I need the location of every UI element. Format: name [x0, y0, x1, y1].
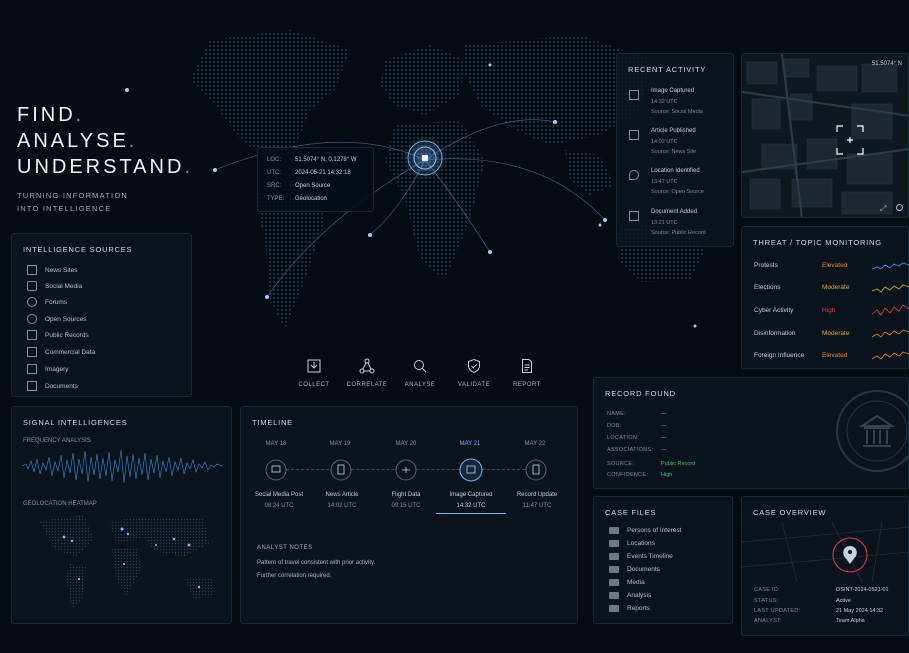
- image-icon: [629, 90, 639, 100]
- network-icon: [359, 358, 375, 374]
- workflow-analyse[interactable]: ANALYSE: [395, 358, 445, 388]
- download-icon: [307, 359, 321, 373]
- timeline-date: MAY 18: [265, 441, 287, 447]
- case-folder[interactable]: Locations: [609, 540, 655, 547]
- workflow-correlate[interactable]: CORRELATE: [342, 358, 392, 388]
- folder-icon: [609, 605, 619, 612]
- case-folder[interactable]: Documents: [609, 566, 660, 573]
- threat-row[interactable]: Cyber Activity High: [754, 307, 872, 314]
- case-folder[interactable]: Events Timeline: [609, 553, 673, 560]
- folder-icon: [609, 566, 619, 573]
- source-item-public[interactable]: Public Records: [27, 330, 89, 340]
- analyst-notes-title: ANALYST NOTES: [257, 545, 313, 551]
- threat-level: Moderate: [822, 330, 850, 337]
- threat-row[interactable]: Protests Elevated: [754, 262, 872, 269]
- workflow-collect[interactable]: COLLECT: [289, 358, 339, 388]
- recent-activity-panel: RECENT ACTIVITY Image Captured 14:32 UTC…: [616, 53, 734, 247]
- timeline-event-active[interactable]: Image Captured 14:32 UTC: [436, 492, 506, 514]
- timeline-panel: TIMELINE MAY 18 MAY 19 MAY 20 MAY 21 MAY…: [240, 406, 578, 624]
- panel-title: RECENT ACTIVITY: [628, 65, 707, 74]
- folder-icon: [609, 592, 619, 599]
- case-folder[interactable]: Persons of Interest: [609, 527, 682, 534]
- threat-monitoring-panel: THREAT / TOPIC MONITORING Protests Eleva…: [741, 226, 909, 369]
- folder-icon: [609, 540, 619, 547]
- public-record-seal: [836, 390, 908, 472]
- database-icon: [27, 347, 37, 357]
- threat-level: High: [822, 307, 836, 314]
- zoom-icon[interactable]: [896, 204, 903, 211]
- threat-sparklines: [872, 262, 909, 360]
- timeline-date: MAY 19: [329, 441, 351, 447]
- case-folder[interactable]: Analysis: [609, 592, 651, 599]
- threat-level: Elevated: [822, 262, 848, 269]
- source-item-social[interactable]: Social Media: [27, 281, 82, 291]
- panel-title: SIGNAL INTELLIGENCES: [23, 418, 128, 427]
- threat-level: Elevated: [822, 352, 848, 359]
- threat-row[interactable]: Elections Moderate: [754, 284, 872, 291]
- case-folder[interactable]: Reports: [609, 605, 650, 612]
- timeline-date: MAY 20: [395, 441, 417, 447]
- document-icon: [629, 211, 639, 221]
- globe-icon: [27, 314, 37, 324]
- workflow-validate[interactable]: VALIDATE: [449, 358, 499, 388]
- source-item-documents[interactable]: Documents: [27, 381, 78, 391]
- frequency-label: FREQUENCY ANALYSIS: [23, 438, 91, 444]
- panel-title: CASE FILES: [605, 508, 657, 517]
- case-folder[interactable]: Media: [609, 579, 645, 586]
- chat-icon: [27, 281, 37, 291]
- folder-icon: [609, 527, 619, 534]
- record-found-panel: RECORD FOUND NAME: --- DOB: --- LOCATION…: [593, 377, 909, 489]
- source-item-forums[interactable]: Forums: [27, 297, 67, 307]
- timeline-nodes: [265, 458, 547, 482]
- source-item-open[interactable]: Open Sources: [27, 314, 87, 324]
- folder-icon: [27, 381, 37, 391]
- records-icon: [27, 330, 37, 340]
- analyst-notes-text: Pattern of travel consistent with prior …: [257, 560, 376, 566]
- search-icon: [414, 360, 427, 373]
- signal-intelligence-panel: SIGNAL INTELLIGENCES FREQUENCY ANALYSIS …: [11, 406, 232, 624]
- threat-level: Moderate: [822, 284, 850, 291]
- analyst-notes-text: Further correlation required.: [257, 573, 332, 579]
- heatmap-label: GEOLOCATION HEATMAP: [23, 501, 97, 507]
- document-icon: [522, 359, 532, 373]
- panel-title: INTELLIGENCE SOURCES: [23, 245, 133, 254]
- map-location-popup: LOC: 51.5074° N, 0.1278° W UTC: 2024-05-…: [257, 147, 374, 212]
- users-icon: [27, 297, 37, 307]
- folder-icon: [609, 579, 619, 586]
- case-files-panel: CASE FILES Persons of Interest Locations…: [593, 496, 733, 624]
- panel-title: CASE OVERVIEW: [753, 508, 827, 517]
- case-overview-panel: CASE OVERVIEW CASE ID: OSINT-2024-0521-0…: [741, 496, 909, 636]
- image-icon: [27, 364, 37, 374]
- hero-headline: FIND. ANALYSE. UNDERSTAND.: [17, 104, 193, 178]
- satellite-coordinate: 51.5074° N: [871, 61, 902, 67]
- geolocation-heatmap: [39, 515, 216, 609]
- source-item-imagery[interactable]: Imagery: [27, 364, 68, 374]
- timeline-date: MAY 22: [524, 441, 546, 447]
- source-item-news[interactable]: News Sites: [27, 265, 78, 275]
- satellite-image: [742, 54, 908, 217]
- frequency-waveform: [22, 449, 222, 484]
- article-icon: [629, 130, 639, 140]
- newspaper-icon: [27, 265, 37, 275]
- panel-title: RECORD FOUND: [605, 389, 676, 398]
- expand-icon[interactable]: ⤢: [880, 204, 886, 214]
- location-pin-icon: [629, 170, 639, 180]
- hero-subtitle: TURNING INFORMATION INTO INTELLIGENCE: [17, 191, 128, 213]
- intelligence-sources-panel: INTELLIGENCE SOURCES News Sites Social M…: [11, 233, 192, 397]
- panel-title: TIMELINE: [252, 418, 293, 427]
- source-item-commercial[interactable]: Commercial Data: [27, 347, 95, 357]
- satellite-view-panel: 51.5074° N ⤢: [741, 53, 909, 218]
- folder-icon: [609, 553, 619, 560]
- timeline-date-active: MAY 21: [459, 441, 481, 447]
- timeline-event[interactable]: Flight Data 09:15 UTC: [371, 492, 441, 509]
- case-map: [742, 522, 908, 582]
- workflow-report[interactable]: REPORT: [502, 358, 552, 388]
- panel-title: THREAT / TOPIC MONITORING: [753, 238, 882, 247]
- shield-check-icon: [468, 358, 480, 374]
- timeline-event[interactable]: Record Update 11:47 UTC: [502, 492, 572, 509]
- timeline-event[interactable]: Social Media Post 08:24 UTC: [244, 492, 314, 509]
- timeline-event[interactable]: News Article 14:02 UTC: [307, 492, 377, 509]
- threat-row[interactable]: Disinformation Moderate: [754, 330, 872, 337]
- threat-row[interactable]: Foreign Influence Elevated: [754, 352, 872, 359]
